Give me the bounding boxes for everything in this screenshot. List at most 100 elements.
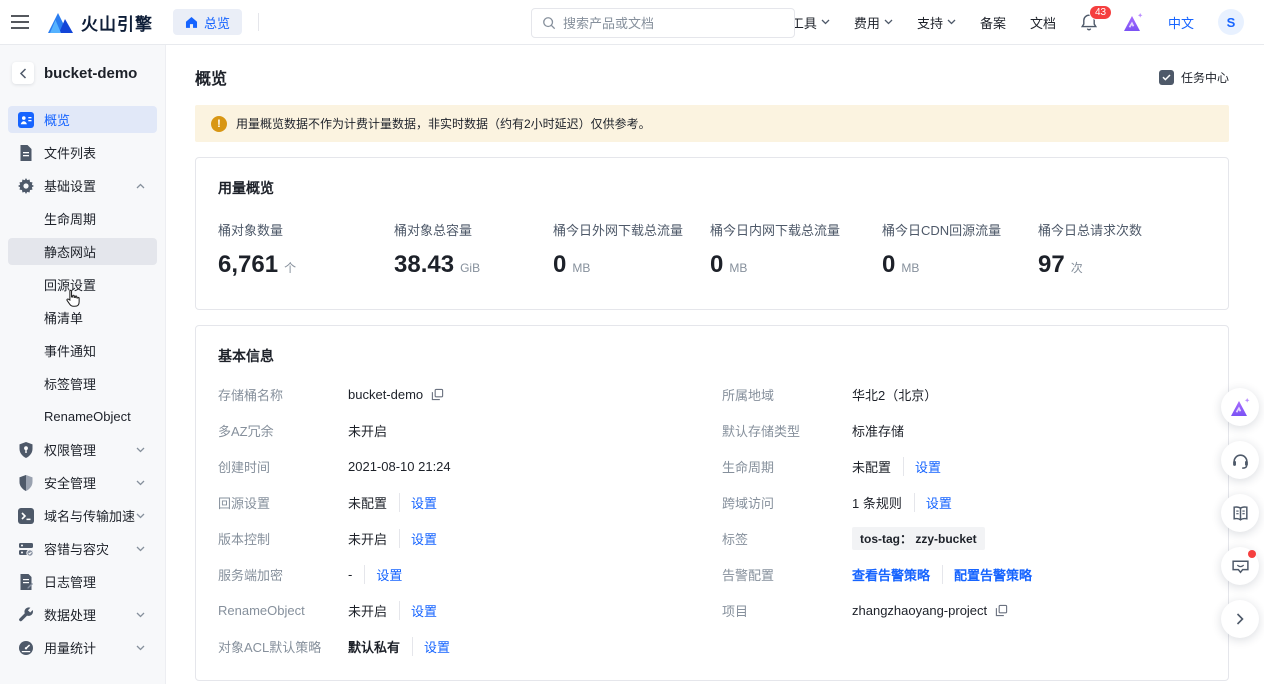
- sidebar-item-log-management[interactable]: 日志管理: [8, 568, 157, 595]
- check-icon: [1162, 74, 1171, 81]
- brand-name: 火山引擎: [81, 10, 153, 35]
- sidebar-item-security-management[interactable]: 安全管理: [8, 469, 157, 496]
- back-button[interactable]: [12, 62, 34, 84]
- sidebar-item-data-processing[interactable]: 数据处理: [8, 601, 157, 628]
- row-tags: 标签 tos-tag： zzy-bucket: [722, 520, 1206, 556]
- chevron-down-icon: [136, 447, 145, 453]
- log-icon: [18, 574, 34, 590]
- row-cors: 跨域访问 1 条规则 设置: [722, 484, 1206, 520]
- sidebar-item-file-list[interactable]: 文件列表: [8, 139, 157, 166]
- shield-icon: [18, 475, 34, 491]
- nav-link-icp[interactable]: 备案: [980, 13, 1006, 32]
- terminal-icon: [18, 508, 34, 524]
- sidebar-item-overview[interactable]: 概览: [8, 106, 157, 133]
- copy-icon[interactable]: [431, 388, 444, 401]
- chevron-down-icon: [947, 19, 956, 25]
- collapse-panel-fab[interactable]: [1221, 600, 1259, 638]
- stat-external-download: 桶今日外网下载总流量 0MB: [553, 220, 710, 279]
- view-alarm-policy-link[interactable]: 查看告警策略: [852, 565, 930, 584]
- ai-assistant-fab[interactable]: [1221, 388, 1259, 426]
- row-bucket-name: 存储桶名称 bucket-demo: [218, 376, 702, 412]
- page-title: 概览: [195, 65, 227, 89]
- basic-info-right-column: 所属地域 华北2（北京） 默认存储类型 标准存储 生命周期 未配置 设置 跨域访…: [722, 376, 1206, 664]
- search-input[interactable]: [563, 16, 784, 31]
- overview-nav-button[interactable]: 总览: [173, 9, 242, 35]
- row-lifecycle: 生命周期 未配置 设置: [722, 448, 1206, 484]
- nav-divider: [258, 13, 259, 31]
- notification-bell-icon[interactable]: 43: [1080, 13, 1098, 32]
- notice-text: 用量概览数据不作为计费计量数据，非实时数据（约有2小时延迟）仅供参考。: [236, 115, 651, 132]
- volcengine-logo[interactable]: 火山引擎: [48, 10, 153, 35]
- row-region: 所属地域 华北2（北京）: [722, 376, 1206, 412]
- headset-icon: [1231, 451, 1250, 470]
- copy-icon[interactable]: [995, 604, 1008, 617]
- notification-dot: [1248, 550, 1256, 558]
- notification-count-badge: 43: [1089, 5, 1112, 20]
- sidebar-item-renameobject[interactable]: RenameObject: [8, 403, 157, 430]
- row-alarm-config: 告警配置 查看告警策略 配置告警策略: [722, 556, 1206, 592]
- sidebar-item-bucket-inventory[interactable]: 桶清单: [8, 304, 157, 331]
- sidebar-item-permission-management[interactable]: 权限管理: [8, 436, 157, 463]
- top-navbar: 火山引擎 总览 企业 工具 费用 支持 备案 文档 43: [0, 0, 1264, 45]
- nav-right: 企业 工具 费用 支持 备案 文档 43 中文: [728, 9, 1264, 35]
- stat-object-count: 桶对象数量 6,761个: [218, 220, 394, 279]
- sidebar-item-origin-settings[interactable]: 回源设置: [8, 271, 157, 298]
- config-alarm-policy-link[interactable]: 配置告警策略: [942, 565, 1032, 584]
- ai-assistant-icon[interactable]: [1122, 12, 1144, 32]
- server-icon: [18, 541, 34, 557]
- row-renameobject: RenameObject 未开启 设置: [218, 592, 702, 628]
- task-center-checkbox[interactable]: [1159, 70, 1174, 85]
- language-switch[interactable]: 中文: [1168, 13, 1194, 32]
- origin-set-link[interactable]: 设置: [399, 493, 437, 512]
- search-icon: [542, 16, 556, 30]
- task-center-toggle[interactable]: 任务中心: [1159, 69, 1229, 86]
- rename-set-link[interactable]: 设置: [399, 601, 437, 620]
- sidebar-menu: 概览 文件列表 基础设置 生命周期 静态网站 回源设置 桶清单: [0, 98, 165, 661]
- sidebar-item-tag-management[interactable]: 标签管理: [8, 370, 157, 397]
- acl-set-link[interactable]: 设置: [412, 637, 450, 656]
- row-storage-class: 默认存储类型 标准存储: [722, 412, 1206, 448]
- stat-internal-download: 桶今日内网下载总流量 0MB: [710, 220, 882, 279]
- sidebar-item-domain-acceleration[interactable]: 域名与传输加速: [8, 502, 157, 529]
- sidebar-item-basic-settings[interactable]: 基础设置: [8, 172, 157, 199]
- sidebar: bucket-demo 概览 文件列表 基础设置 生命周期: [0, 45, 166, 684]
- mountain-logo-icon: [48, 11, 74, 33]
- sidebar-item-fault-tolerance[interactable]: 容错与容灾: [8, 535, 157, 562]
- stat-total-requests: 桶今日总请求次数 97次: [1038, 220, 1142, 279]
- avatar[interactable]: S: [1218, 9, 1244, 35]
- nav-menu-billing[interactable]: 费用: [854, 13, 893, 32]
- chevron-down-icon: [136, 645, 145, 651]
- chevron-down-icon: [136, 513, 145, 519]
- main-content: 概览 任务中心 ! 用量概览数据不作为计费计量数据，非实时数据（约有2小时延迟）…: [166, 45, 1264, 684]
- hamburger-menu-icon[interactable]: [0, 15, 40, 29]
- usage-card-title: 用量概览: [196, 158, 1228, 198]
- feedback-fab[interactable]: [1221, 547, 1259, 585]
- nav-link-docs[interactable]: 文档: [1030, 13, 1056, 32]
- row-project: 项目 zhangzhaoyang-project: [722, 592, 1206, 628]
- docs-book-fab[interactable]: [1221, 494, 1259, 532]
- sse-set-link[interactable]: 设置: [364, 565, 402, 584]
- row-created-time: 创建时间 2021-08-10 21:24: [218, 448, 702, 484]
- versioning-set-link[interactable]: 设置: [399, 529, 437, 548]
- sidebar-item-event-notification[interactable]: 事件通知: [8, 337, 157, 364]
- bucket-name-title: bucket-demo: [44, 65, 137, 82]
- nav-menu-tools[interactable]: 工具: [791, 13, 830, 32]
- sidebar-item-usage-statistics[interactable]: 用量统计: [8, 634, 157, 661]
- basic-info-title: 基本信息: [196, 326, 1228, 366]
- nav-menu-support[interactable]: 支持: [917, 13, 956, 32]
- book-icon: [1231, 504, 1250, 523]
- row-acl-policy: 对象ACL默认策略 默认私有 设置: [218, 628, 702, 664]
- overview-icon: [18, 112, 34, 128]
- support-headset-fab[interactable]: [1221, 441, 1259, 479]
- sidebar-item-lifecycle[interactable]: 生命周期: [8, 205, 157, 232]
- sidebar-header: bucket-demo: [0, 45, 165, 98]
- tag-chip: tos-tag： zzy-bucket: [852, 527, 985, 550]
- stat-total-capacity: 桶对象总容量 38.43GiB: [394, 220, 553, 279]
- usage-overview-card: 用量概览 桶对象数量 6,761个 桶对象总容量 38.43GiB 桶今日外网下…: [195, 157, 1229, 310]
- cors-set-link[interactable]: 设置: [914, 493, 952, 512]
- sidebar-item-static-website[interactable]: 静态网站: [8, 238, 157, 265]
- chevron-down-icon: [884, 19, 893, 25]
- search-input-wrap[interactable]: [531, 8, 795, 38]
- lifecycle-set-link[interactable]: 设置: [903, 457, 941, 476]
- gear-icon: [18, 178, 34, 194]
